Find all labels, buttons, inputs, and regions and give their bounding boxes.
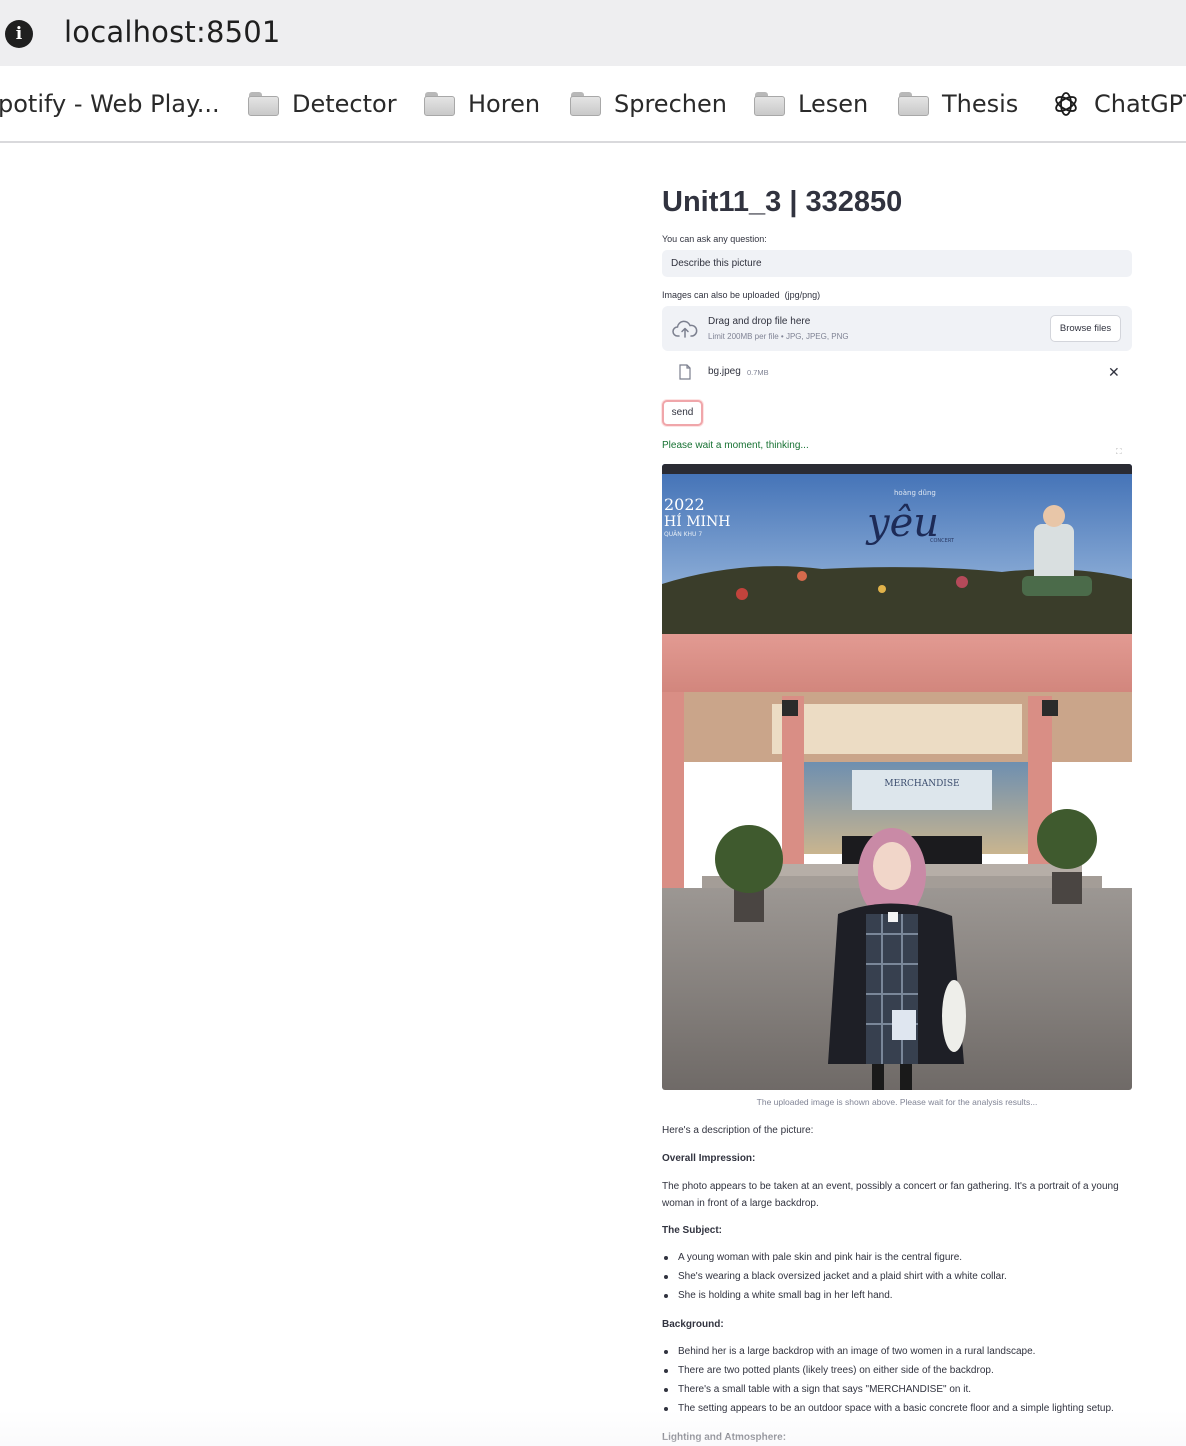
- question-label: You can ask any question:: [662, 234, 767, 244]
- folder-icon: [424, 92, 455, 116]
- bookmark-thesis[interactable]: Thesis: [898, 88, 1018, 120]
- banner-district-text: QUÂN KHU 7: [664, 531, 702, 538]
- upload-label: Images can also be uploaded (jpg/png): [662, 290, 821, 300]
- file-name: bg.jpeg: [708, 366, 741, 377]
- url-text[interactable]: localhost:8501: [64, 15, 281, 49]
- folder-icon: [754, 92, 785, 116]
- openai-icon: [1055, 92, 1077, 116]
- response-intro: Here's a description of the picture:: [662, 1125, 814, 1136]
- bookmark-label: Thesis: [942, 90, 1019, 118]
- question-input[interactable]: Describe this picture: [662, 250, 1132, 277]
- list-item: She's wearing a black oversized jacket a…: [662, 1267, 1132, 1286]
- send-button[interactable]: send: [662, 400, 703, 426]
- banner-concert-text: yêu: [865, 500, 939, 546]
- file-icon: [679, 364, 691, 380]
- lighting-heading: Lighting and Atmosphere:: [662, 1432, 787, 1443]
- subject-heading: The Subject:: [662, 1225, 723, 1236]
- uploaded-file-row: bg.jpeg 0.7MB ✕: [662, 360, 1132, 384]
- subject-list: A young woman with pale skin and pink ha…: [662, 1248, 1132, 1305]
- overall-text: The photo appears to be taken at an even…: [662, 1181, 1119, 1209]
- file-dropzone[interactable]: Drag and drop file here Limit 200MB per …: [662, 306, 1132, 351]
- list-item: There's a small table with a sign that s…: [662, 1380, 1132, 1399]
- bookmark-label: Lesen: [798, 90, 869, 118]
- list-item: She is holding a white small bag in her …: [662, 1286, 1132, 1305]
- background-list: Behind her is a large backdrop with an i…: [662, 1342, 1132, 1418]
- list-item: Behind her is a large backdrop with an i…: [662, 1342, 1132, 1361]
- dropzone-title: Drag and drop file here: [708, 316, 811, 327]
- bookmark-lesen[interactable]: Lesen: [754, 88, 868, 120]
- uploaded-photo: 2022 HÍ MINH QUÂN KHU 7 hoàng dũng yêu C…: [662, 464, 1132, 1090]
- list-item: There are two potted plants (likely tree…: [662, 1361, 1132, 1380]
- bookmark-label: Detector: [292, 90, 397, 118]
- banner-city-text: HÍ MINH: [664, 512, 731, 530]
- browse-files-button[interactable]: Browse files: [1050, 315, 1121, 342]
- bookmark-sprechen[interactable]: Sprechen: [570, 88, 727, 120]
- status-message: Please wait a moment, thinking...: [662, 440, 809, 451]
- bookmark-label: potify - Web Play...: [0, 90, 220, 118]
- banner-year-text: 2022: [664, 495, 705, 514]
- folder-icon: [570, 92, 601, 116]
- image-caption: The uploaded image is shown above. Pleas…: [756, 1097, 1038, 1107]
- overall-heading: Overall Impression:: [662, 1153, 756, 1164]
- bookmark-horen[interactable]: Horen: [424, 88, 540, 120]
- cloud-upload-icon: [672, 320, 698, 338]
- merchandise-sign-text: MERCHANDISE: [884, 779, 959, 789]
- bookmark-label: Sprechen: [614, 90, 727, 118]
- dropzone-limit: Limit 200MB per file • JPG, JPEG, PNG: [708, 332, 849, 341]
- file-size: 0.7MB: [747, 368, 769, 377]
- bookmark-chatgpt[interactable]: ChatGPT: [1052, 88, 1186, 120]
- bookmarks-bar: potify - Web Play... Detector Horen Spre…: [0, 66, 1186, 143]
- folder-icon: [898, 92, 929, 116]
- address-bar[interactable]: i localhost:8501: [0, 0, 1186, 66]
- banner-subtitle-text: CONCERT: [930, 538, 955, 544]
- folder-icon: [248, 92, 279, 116]
- bookmark-spotify[interactable]: potify - Web Play...: [0, 88, 220, 120]
- remove-file-close-icon[interactable]: ✕: [1108, 364, 1120, 381]
- bookmark-detector[interactable]: Detector: [248, 88, 397, 120]
- banner-artist-text: hoàng dũng: [894, 489, 936, 497]
- fullscreen-icon[interactable]: ⛶: [1116, 447, 1126, 457]
- page-title: Unit11_3 | 332850: [662, 186, 903, 218]
- background-heading: Background:: [662, 1319, 724, 1330]
- list-item: A young woman with pale skin and pink ha…: [662, 1248, 1132, 1267]
- site-info-icon[interactable]: i: [5, 20, 33, 48]
- list-item: The setting appears to be an outdoor spa…: [662, 1399, 1132, 1418]
- bookmark-label: ChatGPT: [1094, 90, 1186, 118]
- bookmark-label: Horen: [468, 90, 541, 118]
